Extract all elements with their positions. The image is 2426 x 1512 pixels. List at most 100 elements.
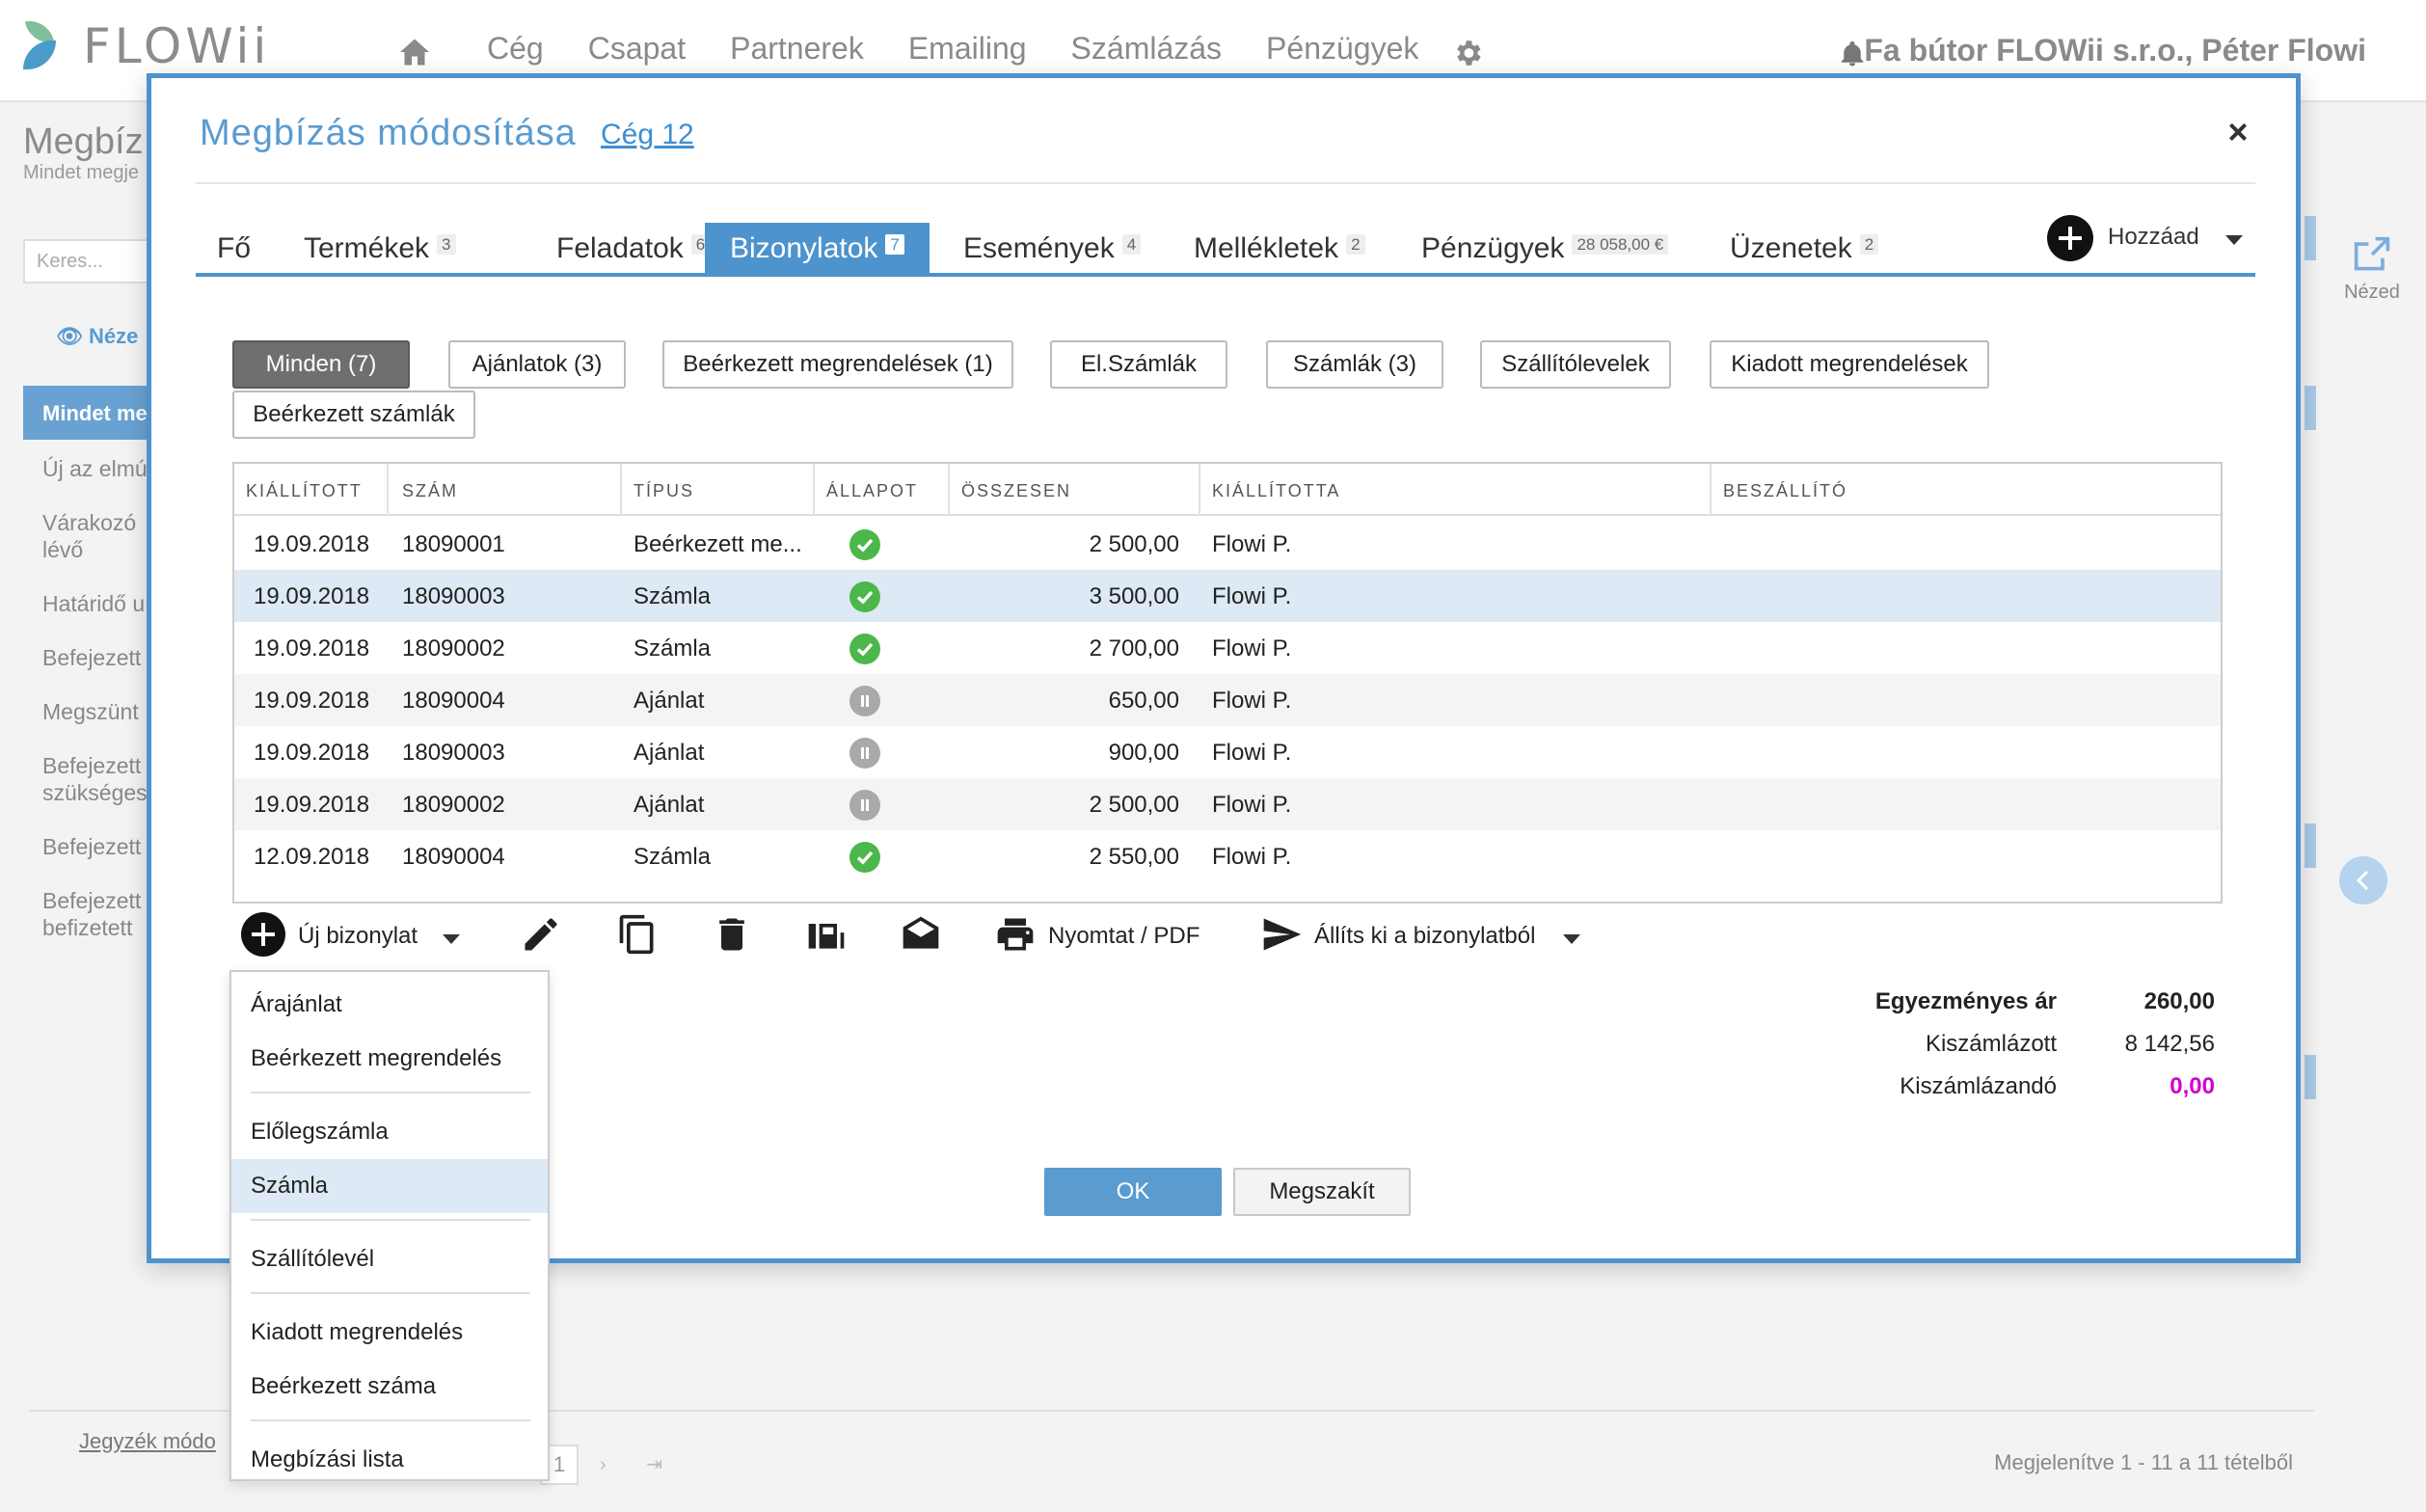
filter-offers[interactable]: Ajánlatok (3) <box>448 340 626 389</box>
nav-item-partnerek[interactable]: Partnerek <box>730 31 864 67</box>
sidebar-item[interactable]: Megszünt <box>42 698 158 725</box>
col-status[interactable]: ÁLLAPOT <box>826 481 918 501</box>
send-icon[interactable] <box>1260 913 1303 956</box>
filter-issued-orders[interactable]: Kiadott megrendelések <box>1710 340 1989 389</box>
filter-delivery-notes[interactable]: Szállítólevelek <box>1480 340 1671 389</box>
sidebar-item[interactable]: Várakozó lévő <box>42 509 158 563</box>
cell-number: 18090004 <box>402 844 505 870</box>
filter-received-invoices[interactable]: Beérkezett számlák <box>232 391 475 439</box>
menu-item-order-list[interactable]: Megbízási lista <box>231 1433 548 1487</box>
table-row[interactable]: 19.09.2018 18090002 Számla 2 700,00 Flowi P. <box>234 622 2221 674</box>
table-row[interactable]: 19.09.2018 18090004 Ajánlat 650,00 Flowi P. <box>234 674 2221 726</box>
sidebar-item[interactable]: Befejezett <box>42 644 158 671</box>
home-icon[interactable] <box>397 35 432 69</box>
sidebar-item[interactable]: Befejezett szükséges <box>42 752 158 806</box>
col-total[interactable]: ÖSSZESEN <box>961 481 1071 501</box>
tab-penzugyek[interactable]: Pénzügyek 28 058,00 € <box>1421 223 1669 273</box>
filter-invoices[interactable]: Számlák (3) <box>1266 340 1443 389</box>
tab-fo[interactable]: Fő <box>217 223 251 273</box>
flowii-logo[interactable]: FLOWii <box>21 15 270 77</box>
tab-count: 7 <box>885 234 904 255</box>
tab-bizonylatok[interactable]: Bizonylatok 7 <box>705 223 930 273</box>
col-issued-by[interactable]: KIÁLLÍTOTTA <box>1212 481 1340 501</box>
nav-item-szamlazas[interactable]: Számlázás <box>1071 31 1223 67</box>
cell-type: Számla <box>633 844 712 870</box>
company-link[interactable]: Cég 12 <box>601 119 694 151</box>
tab-termekek[interactable]: Termékek 3 <box>304 223 456 273</box>
menu-divider <box>251 1292 530 1294</box>
col-number[interactable]: SZÁM <box>402 481 458 501</box>
issue-from-caret-icon[interactable] <box>1563 934 1580 944</box>
table-row[interactable]: 19.09.2018 18090001 Beérkezett me... 2 500,… <box>234 518 2221 570</box>
cell-total: 2 500,00 <box>1089 531 1179 557</box>
tab-uzenetek[interactable]: Üzenetek 2 <box>1730 223 1879 273</box>
menu-item-advance-invoice[interactable]: Előlegszámla <box>231 1105 548 1159</box>
cell-issued: 19.09.2018 <box>254 688 370 714</box>
gear-icon[interactable] <box>1451 37 1484 69</box>
add-caret-icon[interactable] <box>2225 235 2243 245</box>
menu-item-price-offer[interactable]: Árajánlat <box>231 978 548 1032</box>
envelope-open-icon[interactable] <box>900 913 942 956</box>
menu-item-delivery-note[interactable]: Szállítólevél <box>231 1232 548 1286</box>
view-toggle[interactable]: 👁 Néze <box>56 324 138 349</box>
status-ok-icon <box>849 581 880 612</box>
table-row[interactable]: 19.09.2018 18090003 Számla 3 500,00 Flowi P. <box>234 570 2221 622</box>
status-ok-icon <box>849 634 880 664</box>
menu-item-issued-order[interactable]: Kiadott megrendelés <box>231 1306 548 1360</box>
table-row[interactable]: 19.09.2018 18090003 Ajánlat 900,00 Flowi P. <box>234 726 2221 778</box>
tab-count: 2 <box>1859 234 1879 255</box>
status-paused-icon <box>849 738 880 769</box>
new-document-caret-icon[interactable] <box>443 934 460 944</box>
cancel-button[interactable]: Megszakít <box>1233 1168 1411 1216</box>
nav-item-penzugyek[interactable]: Pénzügyek <box>1266 31 1418 67</box>
user-company-name[interactable]: Fa bútor FLOWii s.r.o., Péter Flowi <box>1864 33 2366 68</box>
table-row[interactable]: 19.09.2018 18090002 Ajánlat 2 500,00 Flowi P… <box>234 778 2221 830</box>
filter-all[interactable]: Minden (7) <box>232 340 410 389</box>
add-button[interactable]: Hozzáad <box>2108 224 2199 251</box>
cell-total: 3 500,00 <box>1089 583 1179 609</box>
nav-item-emailing[interactable]: Emailing <box>908 31 1027 67</box>
menu-item-received-order[interactable]: Beérkezett megrendelés <box>231 1032 548 1086</box>
chevron-left-icon <box>2356 870 2369 891</box>
col-supplier[interactable]: BESZÁLLÍTÓ <box>1723 481 1847 501</box>
ok-button[interactable]: OK <box>1044 1168 1222 1216</box>
sidebar-item[interactable]: Befejezett befizetett <box>42 887 158 941</box>
tab-feladatok[interactable]: Feladatok 6 <box>556 223 711 273</box>
open-view-button[interactable]: Nézed <box>2333 235 2411 304</box>
nav-item-csapat[interactable]: Csapat <box>588 31 686 67</box>
dialog-divider <box>196 182 2255 184</box>
pencil-icon[interactable] <box>520 913 562 956</box>
filter-received-orders[interactable]: Beérkezett megrendelések (1) <box>662 340 1013 389</box>
col-issued[interactable]: KIÁLLÍTOTT <box>246 481 363 501</box>
print-pdf-button[interactable]: Nyomtat / PDF <box>1048 923 1200 950</box>
add-circle-icon[interactable] <box>2046 214 2094 262</box>
table-row[interactable]: 12.09.2018 18090004 Számla 2 550,00 Flowi P. <box>234 830 2221 882</box>
list-settings-link[interactable]: Jegyzék módo <box>79 1429 216 1454</box>
cash-register-icon[interactable] <box>805 913 848 956</box>
copy-icon[interactable] <box>616 913 659 956</box>
sidebar-item[interactable]: Új az elmú <box>42 455 158 482</box>
pager-next-arrows[interactable]: › ⇥ <box>600 1452 680 1476</box>
printer-icon[interactable] <box>994 913 1037 956</box>
filter-e-invoices[interactable]: El.Számlák <box>1050 340 1227 389</box>
menu-item-invoice[interactable]: Számla <box>231 1159 548 1213</box>
issue-from-document-button[interactable]: Állíts ki a bizonylatból <box>1314 923 1535 950</box>
menu-item-received-invoice[interactable]: Beérkezett száma <box>231 1360 548 1414</box>
nav-item-ceg[interactable]: Cég <box>487 31 544 67</box>
sidebar-item[interactable]: Befejezett <box>42 833 158 860</box>
bell-icon[interactable] <box>1838 39 1867 69</box>
table-header: KIÁLLÍTOTT SZÁM TÍPUS ÁLLAPOT ÖSSZESEN K… <box>234 464 2221 516</box>
tab-mellekletek[interactable]: Mellékletek 2 <box>1194 223 1365 273</box>
collapse-panel-button[interactable] <box>2339 856 2387 904</box>
close-icon[interactable]: × <box>2219 113 2257 151</box>
new-document-button[interactable]: Új bizonylat <box>298 923 418 950</box>
page-subtitle: Mindet megje <box>23 162 140 183</box>
totals-panel: Egyezményes ár 260,00 Kiszámlázott 8 142,5… <box>1767 981 2215 1108</box>
tab-esemenyek[interactable]: Események 4 <box>963 223 1142 273</box>
trash-icon[interactable] <box>711 913 753 956</box>
sidebar-item[interactable]: Határidő u <box>42 590 158 617</box>
cell-total: 2 500,00 <box>1089 792 1179 818</box>
col-type[interactable]: TÍPUS <box>633 481 694 501</box>
cell-type: Beérkezett me... <box>633 531 802 557</box>
add-circle-icon[interactable] <box>240 911 286 958</box>
